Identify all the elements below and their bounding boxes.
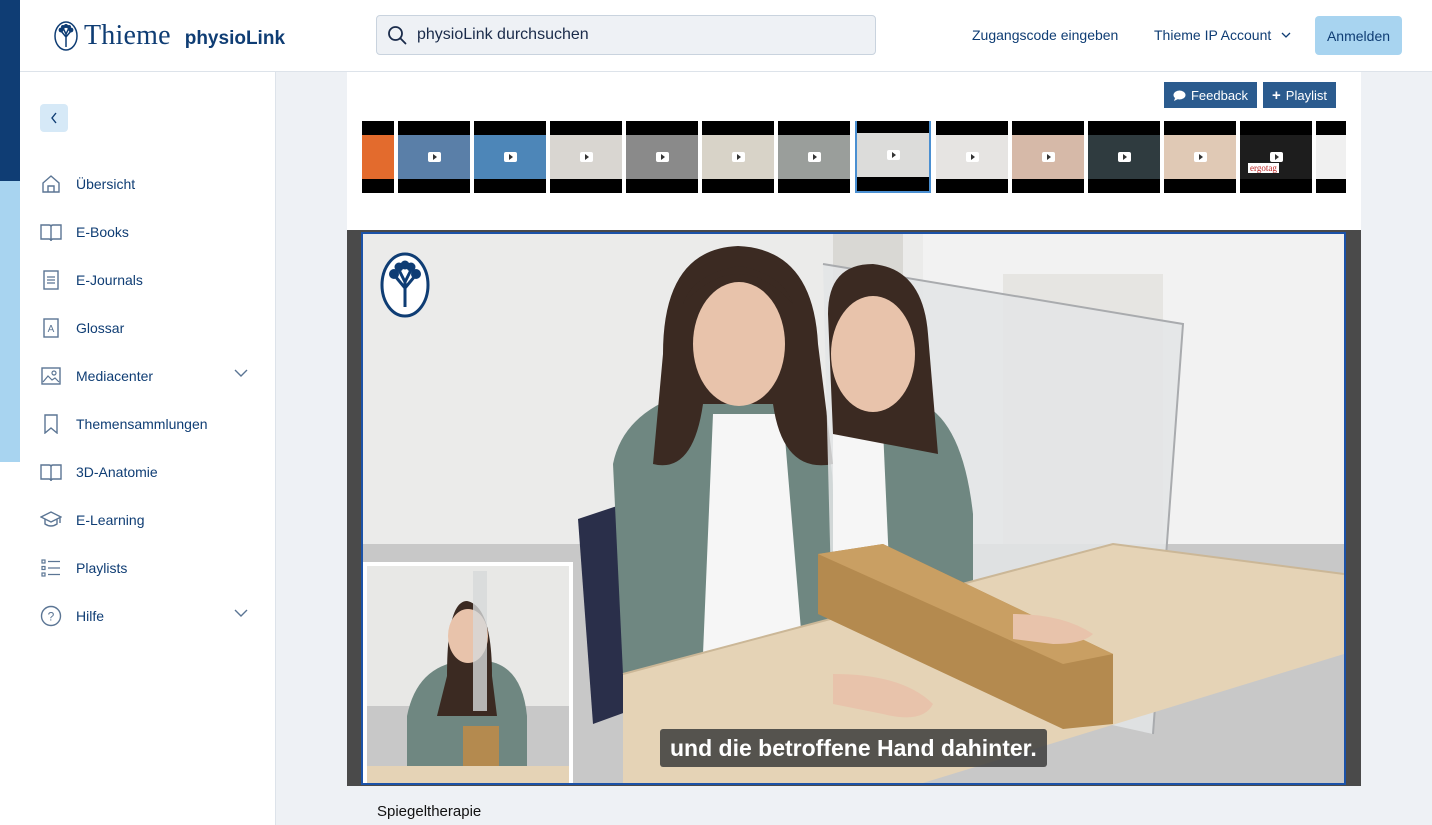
video-thumbnail[interactable] xyxy=(936,121,1008,193)
sidebar-item-mediacenter[interactable]: Mediacenter xyxy=(20,352,276,400)
graduation-cap-icon xyxy=(40,509,62,531)
svg-text:A: A xyxy=(48,324,55,335)
sidebar-item-hilfe[interactable]: ? Hilfe xyxy=(20,592,276,640)
login-button[interactable]: Anmelden xyxy=(1315,16,1402,55)
picture-in-picture-overlay xyxy=(363,562,573,783)
playlist-label: Playlist xyxy=(1285,87,1327,103)
logo-thieme-text: Thieme xyxy=(84,20,171,51)
thieme-seal-logo-icon xyxy=(380,252,430,318)
play-icon xyxy=(808,152,821,162)
video-thumbnail[interactable] xyxy=(1164,121,1236,193)
sidebar-item-label: E-Books xyxy=(76,224,129,240)
thieme-logo[interactable]: Thieme physioLink xyxy=(54,20,285,52)
sidebar-item-glossar[interactable]: A Glossar xyxy=(20,304,276,352)
sidebar-item-elearning[interactable]: E-Learning xyxy=(20,496,276,544)
glossary-icon: A xyxy=(40,317,62,339)
thumbnail-image xyxy=(1316,135,1346,179)
play-icon xyxy=(1270,152,1283,162)
feedback-button[interactable]: Feedback xyxy=(1164,82,1257,108)
ip-account-menu[interactable]: Thieme IP Account xyxy=(1154,27,1291,43)
sidebar-item-ejournals[interactable]: E-Journals xyxy=(20,256,276,304)
sidebar-item-uebersicht[interactable]: Übersicht xyxy=(20,160,276,208)
sidebar: Übersicht E-Books E-Journals A Glossar M… xyxy=(20,72,276,825)
book-3d-icon xyxy=(40,461,62,483)
video-thumbnail[interactable] xyxy=(702,121,774,193)
video-thumbnail[interactable] xyxy=(550,121,622,193)
play-icon xyxy=(966,152,979,162)
sidebar-item-label: Playlists xyxy=(76,560,128,576)
play-icon xyxy=(732,152,745,162)
play-icon xyxy=(428,152,441,162)
access-code-link[interactable]: Zugangscode eingeben xyxy=(972,27,1118,43)
sidebar-item-label: Mediacenter xyxy=(76,368,154,384)
play-icon xyxy=(1042,152,1055,162)
play-icon xyxy=(1194,152,1207,162)
sidebar-item-playlists[interactable]: Playlists xyxy=(20,544,276,592)
bookmark-icon xyxy=(40,413,62,435)
sidebar-item-label: E-Learning xyxy=(76,512,145,528)
video-thumbnail[interactable] xyxy=(1088,121,1160,193)
chevron-left-icon xyxy=(51,112,57,124)
video-thumbnail[interactable] xyxy=(362,121,394,193)
play-icon xyxy=(887,150,900,160)
document-icon xyxy=(40,269,62,291)
subtitle-caption: und die betroffene Hand dahinter. xyxy=(660,729,1047,767)
chevron-down-icon xyxy=(1281,32,1291,38)
video-thumbnail[interactable] xyxy=(1316,121,1346,193)
sidebar-item-label: Übersicht xyxy=(76,176,136,192)
list-icon xyxy=(40,557,62,579)
accent-strip-light xyxy=(0,181,20,462)
sidebar-item-3d-anatomie[interactable]: 3D-Anatomie xyxy=(20,448,276,496)
video-thumbnail[interactable] xyxy=(474,121,546,193)
video-title: Spiegeltherapie xyxy=(377,803,482,820)
svg-text:?: ? xyxy=(48,610,55,624)
collapse-sidebar-button[interactable] xyxy=(40,104,68,132)
video-thumbnail[interactable] xyxy=(626,121,698,193)
video-player-container: und die betroffene Hand dahinter. xyxy=(347,230,1361,786)
help-icon: ? xyxy=(40,605,62,627)
video-browser: Feedback + Playlist ergotag xyxy=(347,72,1361,230)
plus-icon: + xyxy=(1272,86,1281,104)
logo-physiolink-text: physioLink xyxy=(184,28,286,49)
sidebar-item-label: 3D-Anatomie xyxy=(76,464,158,480)
chevron-down-icon[interactable] xyxy=(234,369,248,377)
feedback-label: Feedback xyxy=(1190,87,1249,103)
image-icon xyxy=(40,365,62,387)
ip-account-label: Thieme IP Account xyxy=(1154,27,1272,43)
thumbnail-caption: ergotag xyxy=(1248,163,1279,173)
home-icon xyxy=(40,173,62,195)
pip-frame xyxy=(367,566,569,783)
video-player[interactable]: und die betroffene Hand dahinter. xyxy=(361,232,1346,785)
sidebar-nav: Übersicht E-Books E-Journals A Glossar M… xyxy=(20,160,276,640)
video-thumbnail[interactable] xyxy=(855,121,931,193)
top-header: Thieme physioLink Zugangscode eingeben T… xyxy=(20,0,1432,72)
accent-strip-white xyxy=(0,462,20,825)
video-thumbnail[interactable]: ergotag xyxy=(1240,121,1312,193)
speech-bubble-icon xyxy=(1173,90,1186,101)
sidebar-item-label: Hilfe xyxy=(76,608,105,624)
play-icon xyxy=(504,152,517,162)
sidebar-item-label: Themensammlungen xyxy=(76,416,208,432)
chevron-down-icon[interactable] xyxy=(234,609,248,617)
thumbnail-strip[interactable]: ergotag xyxy=(362,121,1346,193)
thumbnail-image xyxy=(362,135,394,179)
add-to-playlist-button[interactable]: + Playlist xyxy=(1263,82,1336,108)
book-open-icon xyxy=(40,221,62,243)
sidebar-item-label: Glossar xyxy=(76,320,125,336)
search-icon xyxy=(388,26,407,45)
play-icon xyxy=(580,152,593,162)
sidebar-item-themensammlungen[interactable]: Themensammlungen xyxy=(20,400,276,448)
sidebar-item-ebooks[interactable]: E-Books xyxy=(20,208,276,256)
accent-strip-dark xyxy=(0,0,20,181)
play-icon xyxy=(1118,152,1131,162)
play-icon xyxy=(656,152,669,162)
sidebar-item-label: E-Journals xyxy=(76,272,143,288)
video-thumbnail[interactable] xyxy=(1012,121,1084,193)
search-input[interactable] xyxy=(417,26,857,44)
search-bar[interactable] xyxy=(376,15,876,55)
video-thumbnail[interactable] xyxy=(398,121,470,193)
video-thumbnail[interactable] xyxy=(778,121,850,193)
tree-logo-icon xyxy=(54,21,78,51)
